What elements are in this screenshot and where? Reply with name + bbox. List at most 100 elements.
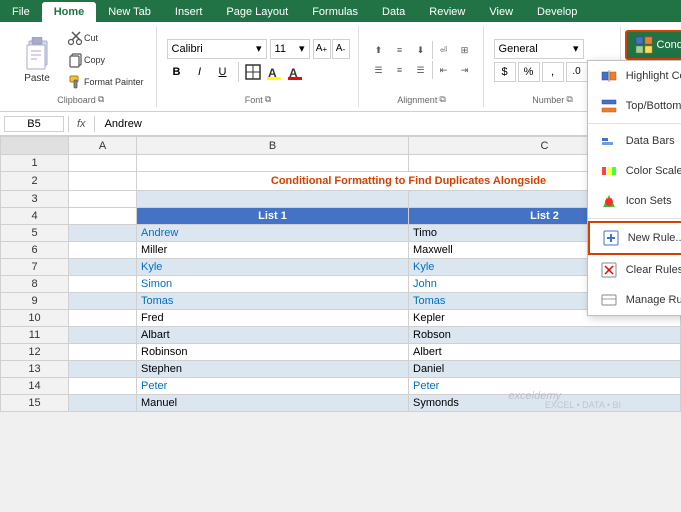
cell-a10[interactable] [69,310,137,327]
cell-reference[interactable]: B5 [4,116,64,132]
align-center-button[interactable]: ≡ [390,61,410,79]
align-right-button[interactable]: ☰ [411,61,431,79]
cell-a8[interactable] [69,276,137,293]
new-rule-item[interactable]: New Rule... [588,221,681,255]
row-3[interactable]: 3 [1,191,69,208]
data-bars-item[interactable]: Data Bars › [588,126,681,156]
tab-newtab[interactable]: New Tab [96,2,163,22]
number-expand-icon[interactable]: ⧉ [566,94,572,105]
highlight-cells-rules-item[interactable]: Highlight Cells Rules › [588,61,681,91]
cell-b9[interactable]: Tomas [137,293,409,310]
cell-a7[interactable] [69,259,137,276]
row-14[interactable]: 14 [1,378,69,395]
row-12[interactable]: 12 [1,344,69,361]
tab-home[interactable]: Home [42,2,97,22]
paste-button[interactable]: Paste [14,32,60,89]
cell-c12[interactable]: Albert [409,344,681,361]
tab-file[interactable]: File [0,2,42,22]
increase-decimal-button[interactable]: .0 [566,62,588,82]
tab-formulas[interactable]: Formulas [300,2,370,22]
font-expand-icon[interactable]: ⧉ [265,94,271,105]
cell-a5[interactable] [69,225,137,242]
align-top-button[interactable]: ⬆ [369,41,389,59]
cell-b8[interactable]: Simon [137,276,409,293]
cell-b12[interactable]: Robinson [137,344,409,361]
row-6[interactable]: 6 [1,242,69,259]
icon-sets-item[interactable]: Icon Sets › [588,186,681,216]
cell-a1[interactable] [69,155,137,172]
cell-b6[interactable]: Miller [137,242,409,259]
indent-increase-button[interactable]: ⇥ [455,61,475,79]
alignment-expand-icon[interactable]: ⧉ [439,94,445,105]
align-middle-button[interactable]: ≡ [390,41,410,59]
cell-b5[interactable]: Andrew [137,225,409,242]
row-15[interactable]: 15 [1,395,69,412]
font-color-button[interactable]: A [286,63,304,81]
cell-b7[interactable]: Kyle [137,259,409,276]
underline-button[interactable]: U [213,62,233,82]
row-10[interactable]: 10 [1,310,69,327]
format-painter-button[interactable]: Format Painter [64,72,148,92]
copy-button[interactable]: Copy [64,50,148,70]
tab-develop[interactable]: Develop [525,2,589,22]
cell-b10[interactable]: Fred [137,310,409,327]
cell-a11[interactable] [69,327,137,344]
top-bottom-rules-item[interactable]: Top/Bottom Rules › [588,91,681,121]
row-7[interactable]: 7 [1,259,69,276]
clear-rules-item[interactable]: Clear Rules › [588,255,681,285]
cell-a15[interactable] [69,395,137,412]
tab-pagelayout[interactable]: Page Layout [214,2,300,22]
color-scales-item[interactable]: Color Scales › [588,156,681,186]
row-8[interactable]: 8 [1,276,69,293]
manage-rules-item[interactable]: Manage Rules... [588,285,681,315]
align-bottom-button[interactable]: ⬇ [411,41,431,59]
tab-insert[interactable]: Insert [163,2,215,22]
cell-a9[interactable] [69,293,137,310]
tab-view[interactable]: View [477,2,525,22]
cell-a12[interactable] [69,344,137,361]
cell-c13[interactable]: Daniel [409,361,681,378]
font-name-dropdown[interactable]: Calibri ▾ [167,39,267,59]
align-left-button[interactable]: ☰ [369,61,389,79]
font-size-dropdown[interactable]: 11 ▾ [270,39,310,59]
comma-button[interactable]: , [542,62,564,82]
cell-b13[interactable]: Stephen [137,361,409,378]
cell-a2[interactable] [69,172,137,191]
indent-decrease-button[interactable]: ⇤ [434,61,454,79]
row-9[interactable]: 9 [1,293,69,310]
cell-b11[interactable]: Albart [137,327,409,344]
col-header-b[interactable]: B [137,137,409,155]
fill-color-button[interactable]: A [265,63,283,81]
row-13[interactable]: 13 [1,361,69,378]
currency-button[interactable]: $ [494,62,516,82]
cell-a4[interactable] [69,208,137,225]
italic-button[interactable]: I [190,62,210,82]
cell-a6[interactable] [69,242,137,259]
conditional-formatting-button[interactable]: Conditional Formatting ▾ [625,30,681,60]
font-increase-button[interactable]: A+ [313,39,331,59]
cell-a14[interactable] [69,378,137,395]
bold-button[interactable]: B [167,62,187,82]
percent-button[interactable]: % [518,62,540,82]
row-1[interactable]: 1 [1,155,69,172]
row-2[interactable]: 2 [1,172,69,191]
merge-button[interactable]: ⊞ [455,41,475,59]
cell-b4-header[interactable]: List 1 [137,208,409,225]
cell-b15[interactable]: Manuel [137,395,409,412]
number-format-dropdown[interactable]: General ▾ [494,39,584,59]
cell-b1[interactable] [137,155,409,172]
row-4[interactable]: 4 [1,208,69,225]
font-decrease-button[interactable]: A- [332,39,350,59]
cell-a13[interactable] [69,361,137,378]
wrap-text-button[interactable]: ⏎ [434,41,454,59]
col-header-a[interactable]: A [69,137,137,155]
cell-a3[interactable] [69,191,137,208]
tab-review[interactable]: Review [417,2,477,22]
row-5[interactable]: 5 [1,225,69,242]
cell-c11[interactable]: Robson [409,327,681,344]
cell-b3[interactable] [137,191,409,208]
row-11[interactable]: 11 [1,327,69,344]
cut-button[interactable]: Cut [64,28,148,48]
borders-button[interactable] [244,63,262,81]
cell-b14[interactable]: Peter [137,378,409,395]
